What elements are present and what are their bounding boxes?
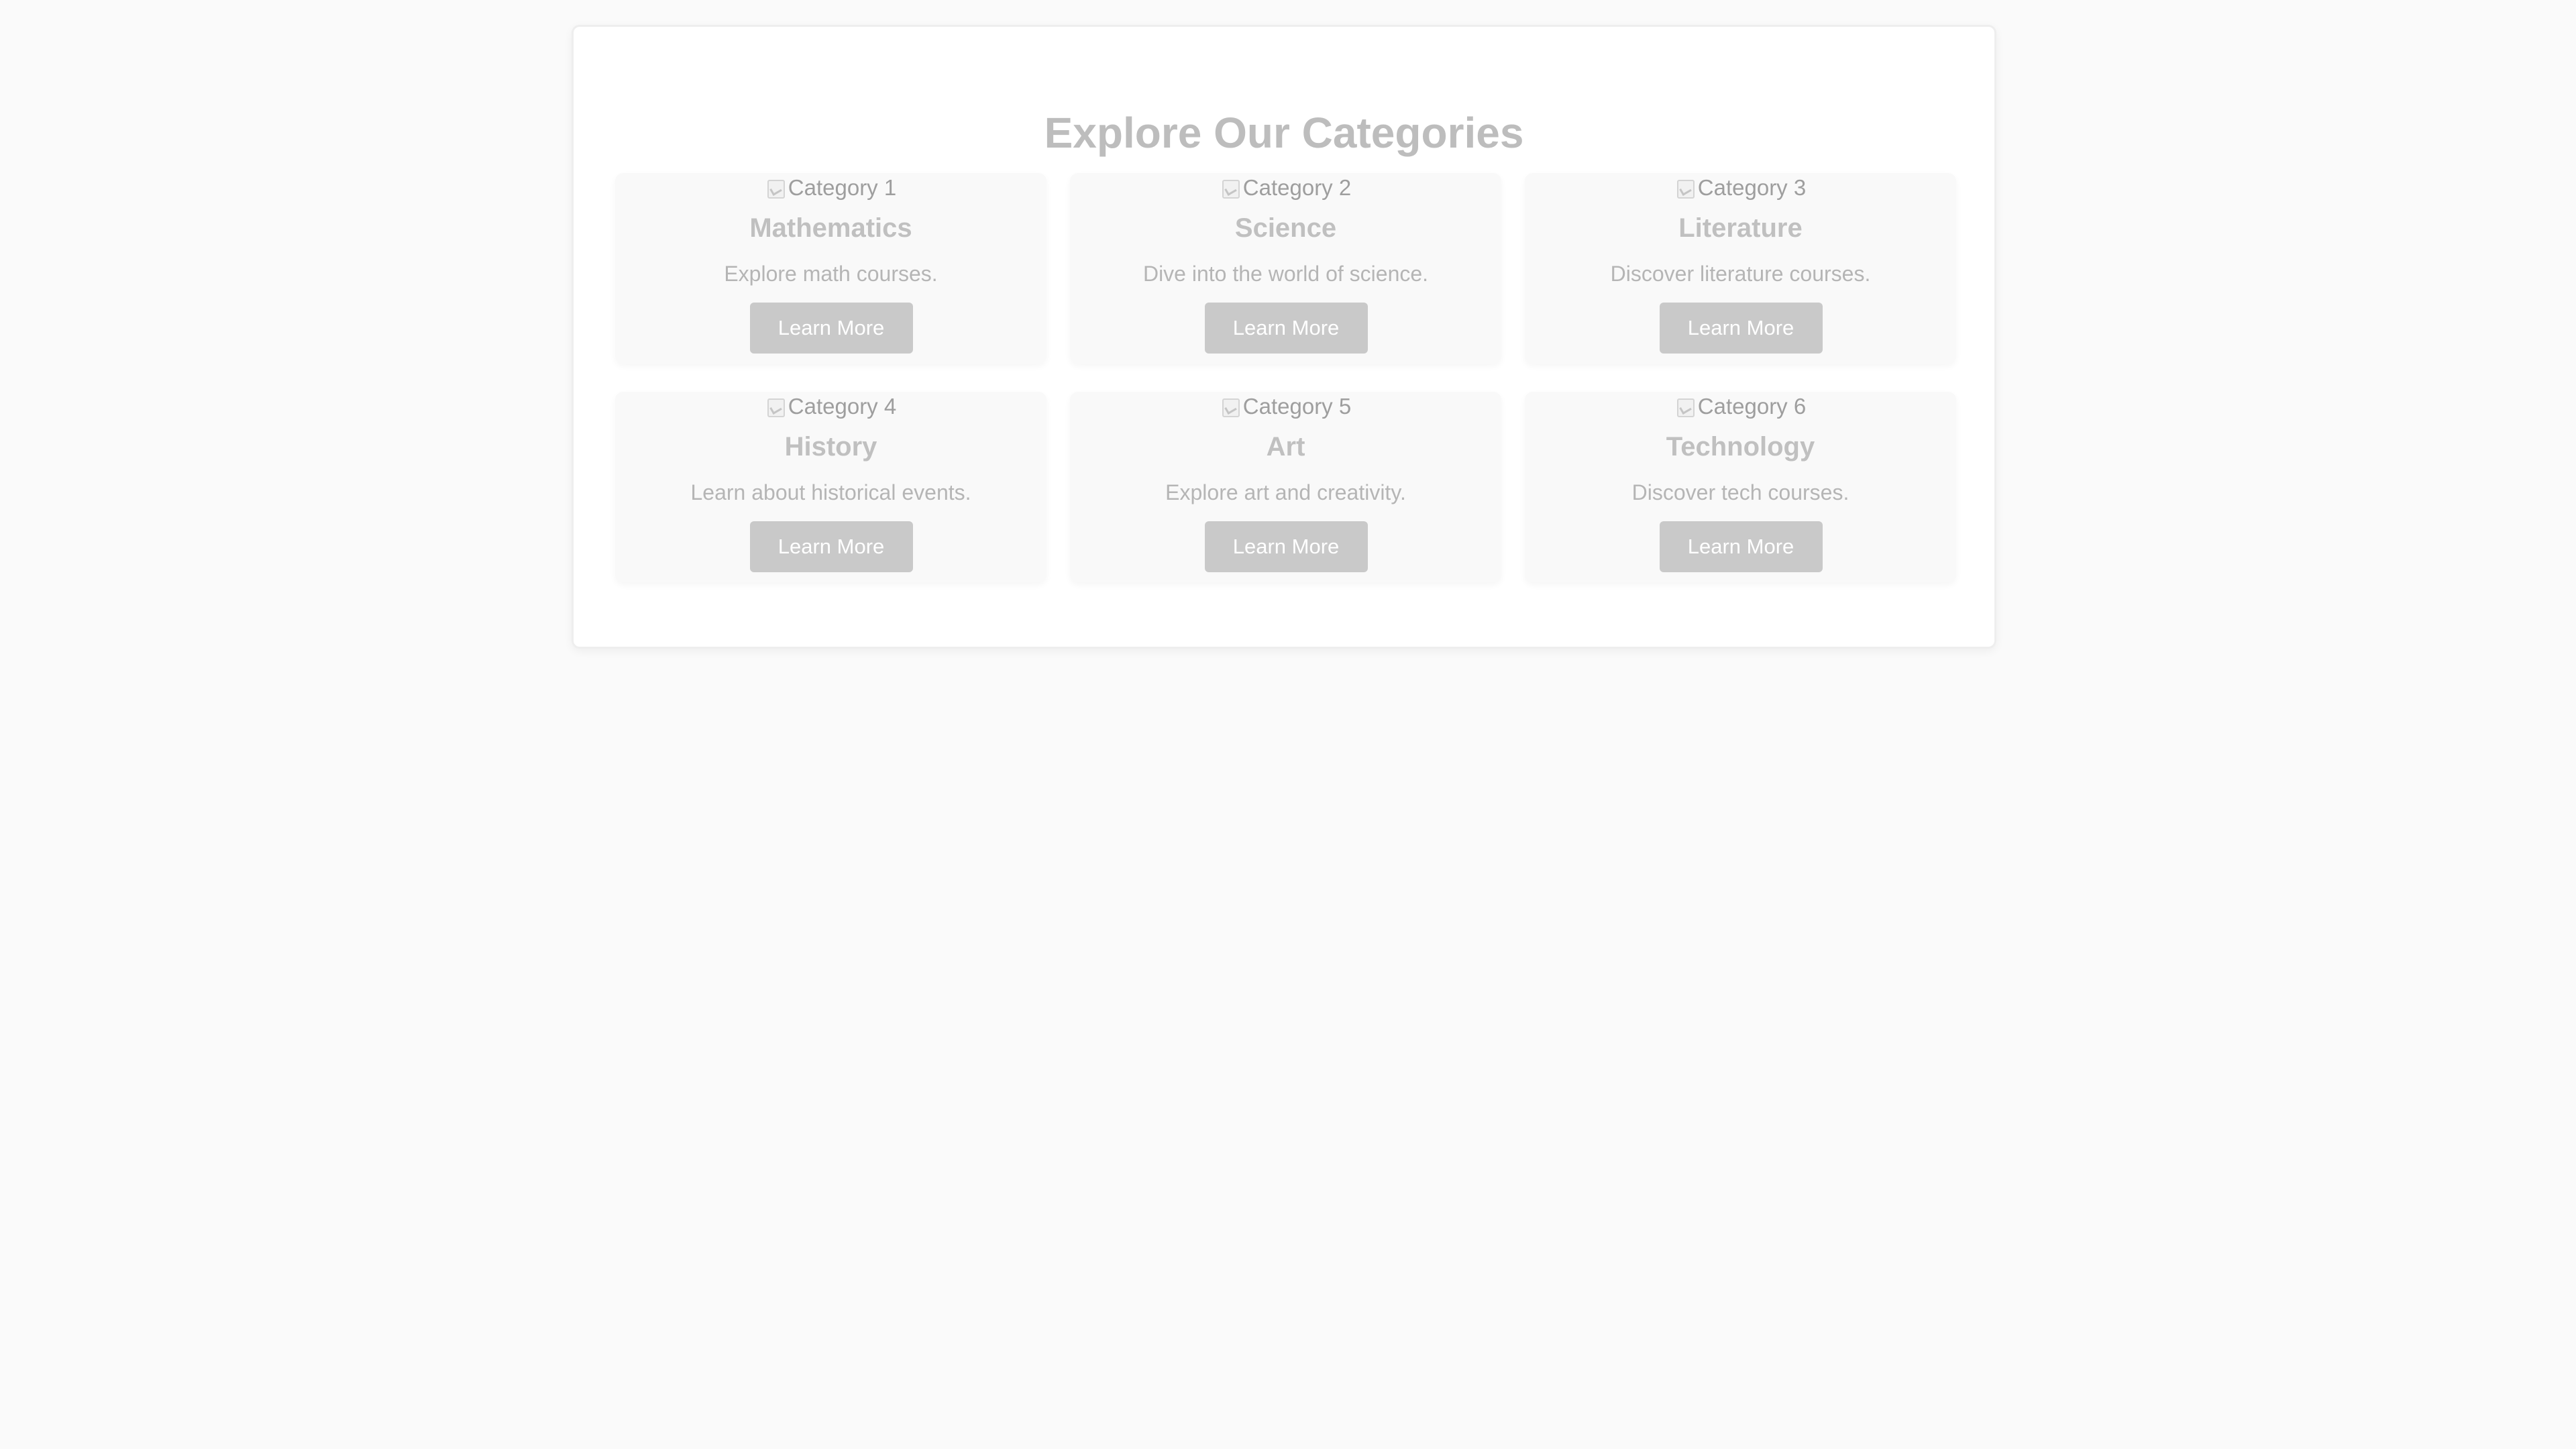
- category-card-literature: Category 3 Literature Discover literatur…: [1525, 173, 1956, 364]
- learn-more-button-science[interactable]: Learn More: [1204, 303, 1368, 354]
- category-description: Explore math courses.: [724, 262, 938, 286]
- category-title: Technology: [1666, 432, 1815, 462]
- category-image: Category 6: [1525, 392, 1956, 421]
- broken-image-icon: [765, 177, 786, 199]
- category-image-alt: Category 6: [1697, 394, 1807, 419]
- learn-more-button-history[interactable]: Learn More: [749, 521, 913, 572]
- category-image-alt: Category 1: [788, 175, 897, 200]
- category-card-technology: Category 6 Technology Discover tech cour…: [1525, 392, 1956, 582]
- category-title: Art: [1266, 432, 1305, 462]
- page-title: Explore Our Categories: [1044, 109, 1524, 157]
- category-description: Discover literature courses.: [1610, 262, 1871, 286]
- broken-image-icon: [1220, 177, 1240, 199]
- broken-image-icon: [1220, 396, 1240, 417]
- category-image: Category 3: [1525, 173, 1956, 203]
- category-card-science: Category 2 Science Dive into the world o…: [1070, 173, 1501, 364]
- category-title: Science: [1234, 213, 1337, 243]
- category-description: Explore art and creativity.: [1165, 480, 1406, 504]
- category-image: Category 4: [615, 392, 1046, 421]
- broken-image-icon: [765, 396, 786, 417]
- learn-more-button-art[interactable]: Learn More: [1204, 521, 1368, 572]
- broken-image-icon: [1675, 396, 1695, 417]
- category-description: Learn about historical events.: [690, 480, 971, 504]
- category-card-art: Category 5 Art Explore art and creativit…: [1070, 392, 1501, 582]
- categories-panel: Explore Our Categories Category 1 Mathem…: [572, 25, 1996, 649]
- category-image: Category 5: [1070, 392, 1501, 421]
- category-description: Dive into the world of science.: [1142, 262, 1429, 286]
- category-image-alt: Category 5: [1242, 394, 1352, 419]
- category-title: Mathematics: [749, 213, 912, 243]
- category-card-mathematics: Category 1 Mathematics Explore math cour…: [615, 173, 1046, 364]
- category-title: History: [784, 432, 877, 462]
- category-description: Discover tech courses.: [1631, 480, 1849, 504]
- category-image: Category 2: [1070, 173, 1501, 203]
- learn-more-button-mathematics[interactable]: Learn More: [749, 303, 913, 354]
- learn-more-button-technology[interactable]: Learn More: [1659, 521, 1823, 572]
- broken-image-icon: [1675, 177, 1695, 199]
- category-image-alt: Category 4: [788, 394, 897, 419]
- category-image-alt: Category 2: [1242, 175, 1352, 200]
- category-image-alt: Category 3: [1697, 175, 1807, 200]
- learn-more-button-literature[interactable]: Learn More: [1659, 303, 1823, 354]
- category-grid: Category 1 Mathematics Explore math cour…: [615, 173, 1957, 582]
- category-image: Category 1: [615, 173, 1046, 203]
- category-title: Literature: [1678, 213, 1803, 243]
- category-card-history: Category 4 History Learn about historica…: [615, 392, 1046, 582]
